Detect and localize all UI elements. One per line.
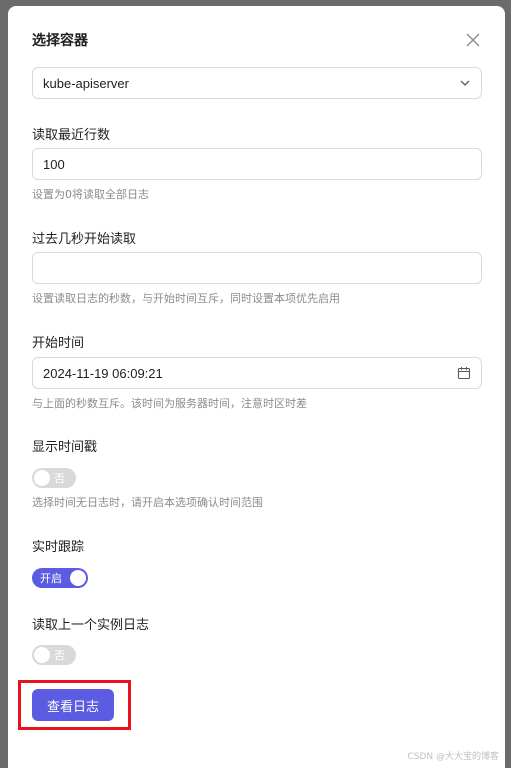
follow-switch[interactable]: 开启 <box>32 568 88 588</box>
timestamps-switch-text: 否 <box>54 472 65 485</box>
modal-title: 选择容器 <box>32 33 88 49</box>
since-time-help: 与上面的秒数互斥。该时间为服务器时间，注意时区时差 <box>32 397 307 410</box>
since-seconds-input[interactable] <box>32 252 482 284</box>
container-select-value: kube-apiserver <box>43 75 129 91</box>
switch-knob <box>34 647 50 663</box>
switch-knob <box>34 470 50 486</box>
chevron-down-icon <box>460 80 470 86</box>
tail-lines-label: 读取最近行数 <box>32 128 111 143</box>
close-icon[interactable] <box>465 32 481 48</box>
previous-switch-text: 否 <box>54 649 65 662</box>
tail-lines-input[interactable] <box>32 148 482 180</box>
view-logs-modal: 选择容器 kube-apiserver 读取最近行数 设置为0将读取全部日志 过… <box>8 6 505 768</box>
timestamps-switch[interactable]: 否 <box>32 468 76 488</box>
switch-knob <box>70 570 86 586</box>
timestamps-label: 显示时间戳 <box>32 440 98 455</box>
since-time-label: 开始时间 <box>32 336 85 351</box>
since-seconds-help: 设置读取日志的秒数，与开始时间互斥，同时设置本项优先启用 <box>32 292 340 305</box>
watermark: CSDN @大大宝的博客 <box>407 752 499 762</box>
timestamps-help: 选择时间无日志时，请开启本选项确认时间范围 <box>32 496 263 509</box>
highlight-annotation-box <box>18 680 131 730</box>
since-seconds-label: 过去几秒开始读取 <box>32 232 137 247</box>
previous-switch[interactable]: 否 <box>32 645 76 665</box>
calendar-icon <box>457 367 471 380</box>
since-time-value: 2024-11-19 06:09:21 <box>43 365 163 381</box>
previous-label: 读取上一个实例日志 <box>32 618 150 633</box>
follow-label: 实时跟踪 <box>32 540 85 555</box>
since-time-picker[interactable]: 2024-11-19 06:09:21 <box>32 357 482 389</box>
container-select[interactable]: kube-apiserver <box>32 67 482 99</box>
tail-lines-help: 设置为0将读取全部日志 <box>32 188 149 201</box>
follow-switch-text: 开启 <box>40 572 62 585</box>
